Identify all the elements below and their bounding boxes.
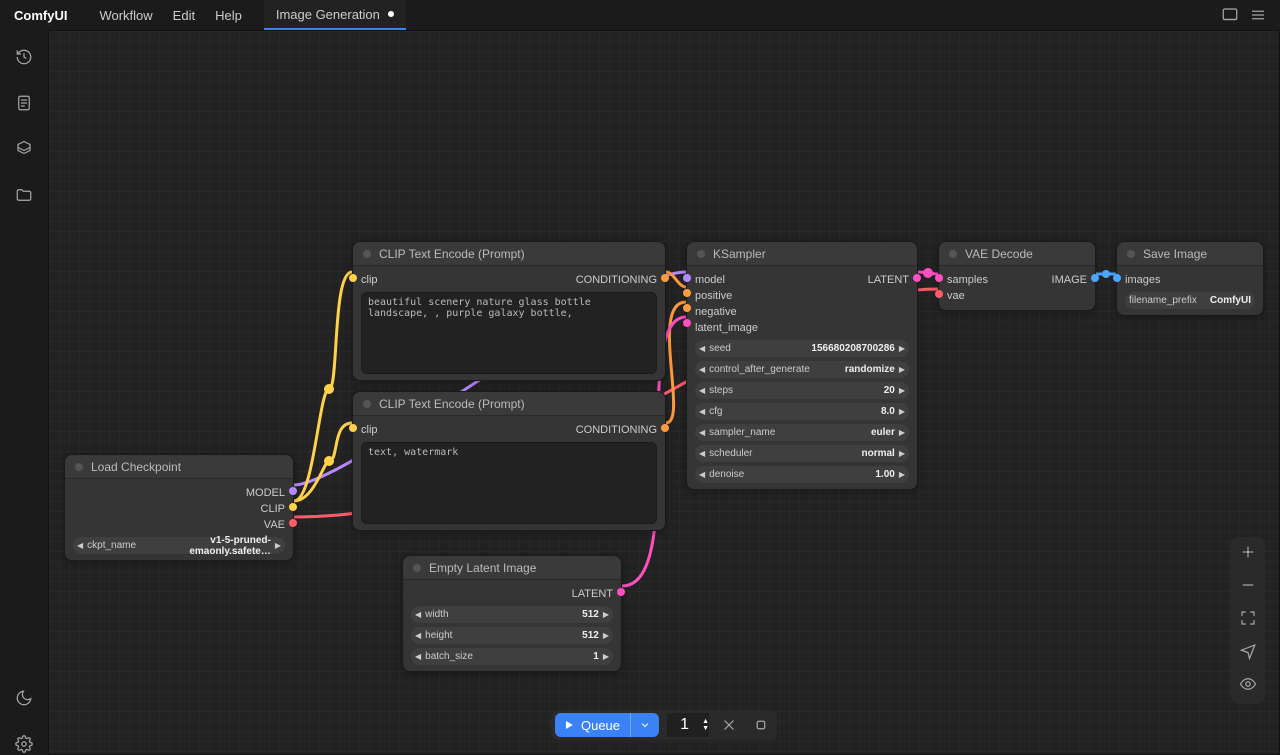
node-title: KSampler: [713, 247, 766, 261]
chevron-down-icon[interactable]: [630, 713, 651, 737]
node-vae-decode[interactable]: VAE Decode samples IMAGE vae: [938, 241, 1096, 311]
layout-icon[interactable]: [1216, 1, 1244, 29]
input-vae: vae: [947, 290, 965, 302]
tab-unsaved-dot-icon: [388, 11, 394, 17]
node-clip-encode-positive[interactable]: CLIP Text Encode (Prompt) clip CONDITIONI…: [352, 241, 666, 381]
node-title: Save Image: [1143, 247, 1207, 261]
param-sampler-name[interactable]: ◀sampler_nameeuler▶: [695, 424, 909, 441]
node-load-checkpoint[interactable]: Load Checkpoint MODEL CLIP VAE ◀ ckpt_na…: [64, 454, 294, 561]
stop-icon[interactable]: [749, 713, 773, 737]
settings-icon[interactable]: [13, 733, 35, 755]
node-title: Empty Latent Image: [429, 561, 536, 575]
header: ComfyUI Workflow Edit Help Image Generat…: [0, 0, 1280, 30]
input-positive: positive: [695, 290, 732, 302]
param-control-after-generate[interactable]: ◀control_after_generaterandomize▶: [695, 361, 909, 378]
visibility-icon[interactable]: [1239, 675, 1257, 698]
tab-label: Image Generation: [276, 7, 380, 22]
zoom-out-icon[interactable]: [1239, 576, 1257, 599]
canvas-tools: [1231, 537, 1265, 704]
navigate-icon[interactable]: [1239, 642, 1257, 665]
param-steps[interactable]: ◀steps20▶: [695, 382, 909, 399]
menu-workflow[interactable]: Workflow: [89, 8, 162, 23]
models-icon[interactable]: [13, 138, 35, 160]
queue-count-input[interactable]: 1 ▲▼: [667, 713, 709, 737]
input-samples: samples: [947, 274, 988, 286]
queue-label: Queue: [581, 718, 620, 733]
step-up-icon[interactable]: ▲: [702, 718, 709, 725]
param-width[interactable]: ◀width512▶: [411, 606, 613, 623]
history-icon[interactable]: [13, 46, 35, 68]
arrow-left-icon[interactable]: ◀: [77, 541, 83, 550]
param-height[interactable]: ◀height512▶: [411, 627, 613, 644]
queue-bar: Queue 1 ▲▼: [551, 710, 777, 740]
connection-wires: [49, 31, 1279, 754]
input-model: model: [695, 274, 725, 286]
node-title: CLIP Text Encode (Prompt): [379, 247, 525, 261]
param-filename-prefix[interactable]: filename_prefixComfyUI: [1125, 292, 1255, 309]
node-title: Load Checkpoint: [91, 460, 181, 474]
fullscreen-icon[interactable]: [1239, 609, 1257, 632]
input-clip: clip: [361, 424, 378, 436]
node-empty-latent[interactable]: Empty Latent Image LATENT ◀width512▶ ◀he…: [402, 555, 622, 672]
param-seed[interactable]: ◀seed156680208700286▶: [695, 340, 909, 357]
menu-edit[interactable]: Edit: [163, 8, 205, 23]
input-images: images: [1125, 274, 1160, 286]
hamburger-icon[interactable]: [1244, 1, 1272, 29]
menu-help[interactable]: Help: [205, 8, 252, 23]
zoom-in-icon[interactable]: [1239, 543, 1257, 566]
node-title: CLIP Text Encode (Prompt): [379, 397, 525, 411]
node-ksampler[interactable]: KSampler model LATENT positive negative l…: [686, 241, 918, 490]
param-denoise[interactable]: ◀denoise1.00▶: [695, 466, 909, 483]
app-brand: ComfyUI: [8, 8, 73, 23]
queue-button[interactable]: Queue: [555, 713, 659, 737]
output-latent: LATENT: [868, 274, 909, 286]
node-save-image[interactable]: Save Image images filename_prefixComfyUI: [1116, 241, 1264, 316]
input-negative: negative: [695, 306, 737, 318]
prompt-text-input[interactable]: text, watermark: [361, 442, 657, 524]
output-vae: VAE: [264, 519, 285, 531]
param-ckpt-name[interactable]: ◀ ckpt_name v1-5-pruned-emaonly.safete… …: [73, 537, 285, 554]
node-clip-encode-negative[interactable]: CLIP Text Encode (Prompt) clip CONDITIONI…: [352, 391, 666, 531]
node-title: VAE Decode: [965, 247, 1033, 261]
input-latent-image: latent_image: [695, 322, 758, 334]
prompt-text-input[interactable]: beautiful scenery nature glass bottle la…: [361, 292, 657, 374]
output-image: IMAGE: [1052, 274, 1087, 286]
param-cfg[interactable]: ◀cfg8.0▶: [695, 403, 909, 420]
output-latent: LATENT: [572, 588, 613, 600]
cancel-icon[interactable]: [717, 713, 741, 737]
left-sidebar: [0, 30, 48, 755]
theme-icon[interactable]: [13, 687, 35, 709]
output-model: MODEL: [246, 487, 285, 499]
output-conditioning: CONDITIONING: [576, 424, 657, 436]
input-clip: clip: [361, 274, 378, 286]
notes-icon[interactable]: [13, 92, 35, 114]
output-conditioning: CONDITIONING: [576, 274, 657, 286]
node-canvas[interactable]: Load Checkpoint MODEL CLIP VAE ◀ ckpt_na…: [48, 30, 1280, 755]
step-down-icon[interactable]: ▼: [702, 725, 709, 732]
output-clip: CLIP: [261, 503, 285, 515]
workflow-tab[interactable]: Image Generation: [264, 0, 406, 30]
arrow-right-icon[interactable]: ▶: [275, 541, 281, 550]
param-batch-size[interactable]: ◀batch_size1▶: [411, 648, 613, 665]
folder-icon[interactable]: [13, 184, 35, 206]
param-scheduler[interactable]: ◀schedulernormal▶: [695, 445, 909, 462]
